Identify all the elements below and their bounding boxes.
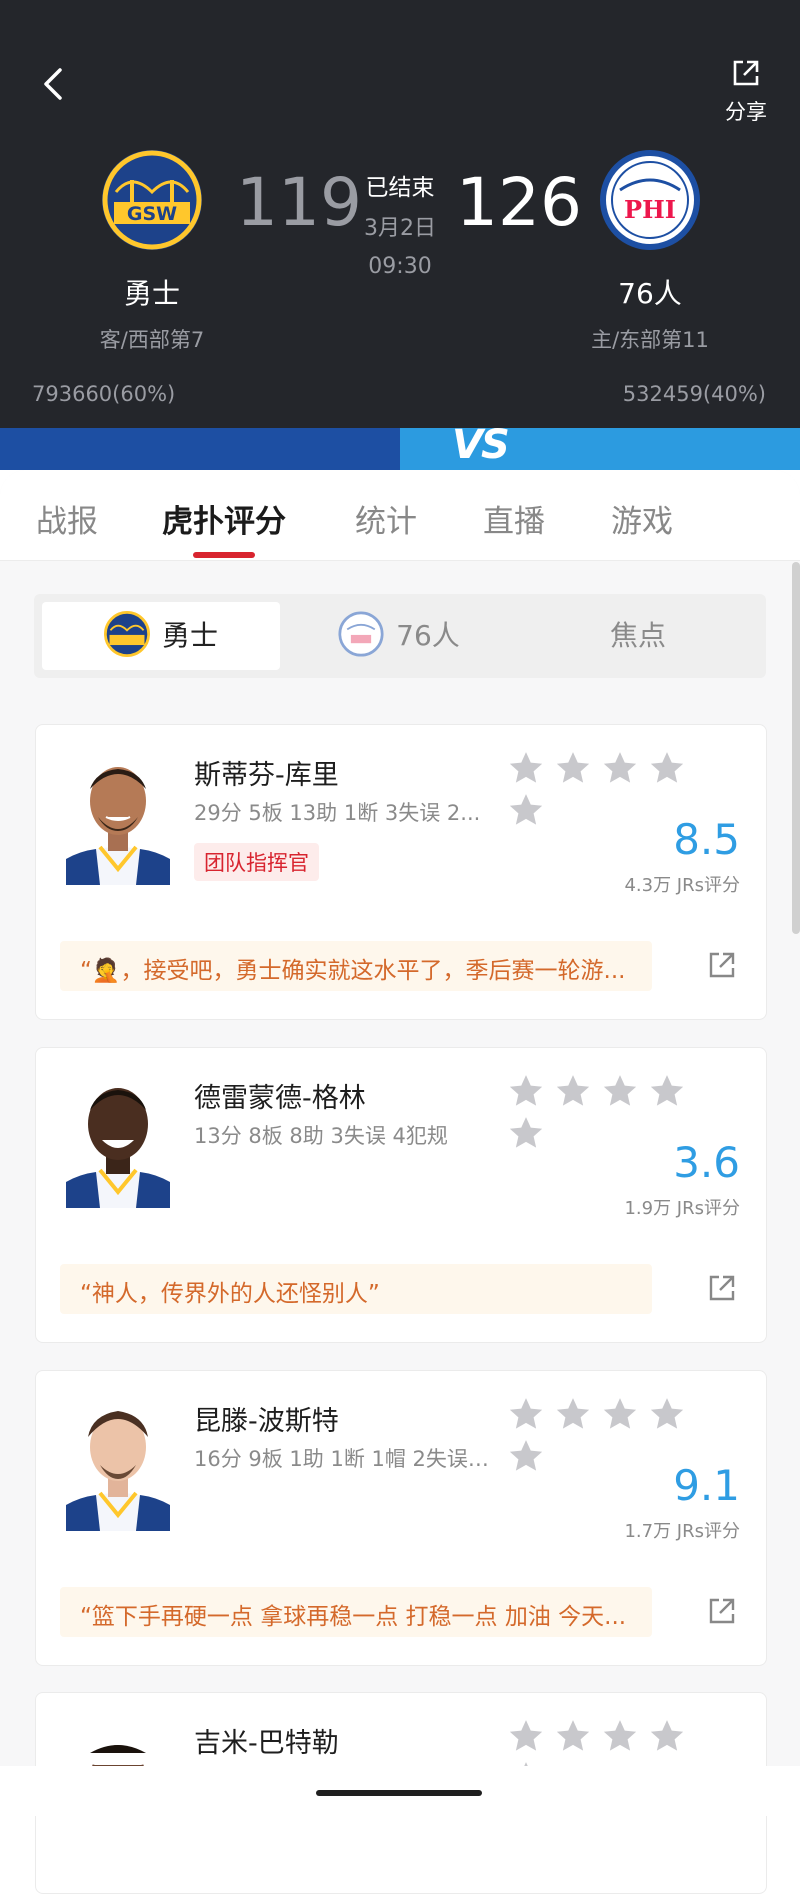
game-header: 分享 GSW 119 已结束 3月2日 09:30 126 PHI 勇士 76人…: [0, 0, 800, 430]
star-icon[interactable]: [601, 749, 639, 787]
share-label: 分享: [725, 100, 767, 124]
segment-focus[interactable]: 焦点: [518, 602, 758, 670]
player-stats: 16分 9板 1助 1断 1帽 2失误 ...: [194, 1447, 494, 1471]
sixers-mini-logo-icon: [338, 611, 384, 657]
star-icon[interactable]: [507, 1072, 545, 1110]
tab-hupu-rating[interactable]: 虎扑评分: [162, 496, 286, 541]
player-name: 吉米-巴特勒: [194, 1728, 339, 1759]
player-rating: 3.6: [673, 1138, 740, 1187]
player-tag: 团队指挥官: [194, 843, 319, 881]
player-rating: 8.5: [673, 815, 740, 864]
warriors-logo[interactable]: GSW: [102, 150, 202, 250]
share-icon: [733, 60, 759, 86]
star-icon[interactable]: [507, 1717, 545, 1755]
segment-warriors-label: 勇士: [161, 619, 218, 652]
player-name: 斯蒂芬-库里: [194, 760, 339, 791]
star-icon[interactable]: [507, 791, 545, 829]
star-icon[interactable]: [601, 1072, 639, 1110]
external-link-icon: [709, 1598, 735, 1624]
player-avatar: [60, 1074, 176, 1208]
player-avatar: [60, 1397, 176, 1531]
rating-stars[interactable]: [507, 1395, 737, 1471]
star-icon[interactable]: [601, 1717, 639, 1755]
vs-label: VS: [452, 422, 510, 468]
external-link-icon: [709, 952, 735, 978]
tab-report[interactable]: 战报: [36, 496, 98, 541]
warriors-mini-logo-icon: [103, 611, 150, 657]
tab-live[interactable]: 直播: [483, 496, 545, 541]
player-name: 德雷蒙德-格林: [194, 1083, 366, 1114]
star-icon[interactable]: [648, 1072, 686, 1110]
game-time: 09:30: [368, 254, 432, 279]
chevron-left-icon: [44, 68, 62, 100]
home-support-count: 532459(40%): [622, 382, 766, 406]
away-support-count: 793660(60%): [32, 382, 176, 406]
star-icon[interactable]: [554, 1395, 592, 1433]
player-rating: 9.1: [673, 1461, 740, 1510]
star-icon[interactable]: [507, 1437, 545, 1475]
segment-sixers-label: 76人: [396, 619, 460, 652]
game-status: 已结束: [365, 175, 435, 201]
star-icon[interactable]: [648, 1717, 686, 1755]
sixers-logo[interactable]: PHI: [600, 150, 700, 250]
player-name: 昆滕-波斯特: [194, 1406, 339, 1437]
star-icon[interactable]: [507, 1395, 545, 1433]
segment-sixers[interactable]: 76人: [280, 602, 518, 670]
home-team-name[interactable]: 76人: [570, 272, 730, 312]
star-icon[interactable]: [554, 1717, 592, 1755]
top-comment[interactable]: “神人，传界外的人还怪别人”: [60, 1264, 652, 1314]
support-bar: [0, 428, 800, 470]
star-icon[interactable]: [601, 1395, 639, 1433]
team-segment-control: 勇士 76人 焦点: [34, 594, 766, 678]
player-stats: 29分 5板 13助 1断 3失误 2...: [194, 801, 481, 825]
away-team-rank: 客/西部第7: [99, 328, 205, 352]
open-comment-button[interactable]: [706, 1595, 738, 1627]
back-button[interactable]: [36, 62, 72, 106]
segment-warriors[interactable]: 勇士: [42, 602, 280, 670]
rating-stars[interactable]: [507, 1717, 737, 1793]
star-icon[interactable]: [554, 749, 592, 787]
tab-games[interactable]: 游戏: [611, 496, 673, 541]
home-indicator[interactable]: [316, 1790, 482, 1796]
tab-bar: 战报 虎扑评分 统计 直播 游戏: [0, 470, 800, 561]
star-icon[interactable]: [648, 1395, 686, 1433]
rating-votes: 4.3万 JRs评分: [624, 875, 740, 896]
rating-votes: 1.7万 JRs评分: [624, 1521, 740, 1542]
open-comment-button[interactable]: [706, 1272, 738, 1304]
home-score: 126: [456, 164, 582, 241]
top-comment-text: “神人，传界外的人还怪别人”: [80, 1281, 380, 1307]
warriors-logo-text: GSW: [127, 203, 177, 225]
star-icon[interactable]: [507, 1114, 545, 1152]
open-comment-button[interactable]: [706, 949, 738, 981]
top-comment-text: “篮下手再硬一点 拿球再稳一点 打稳一点 加油 今天...: [80, 1604, 627, 1630]
scrollbar[interactable]: [792, 562, 800, 934]
share-button[interactable]: 分享: [716, 56, 776, 126]
player-card[interactable]: 昆滕-波斯特 16分 9板 1助 1断 1帽 2失误 ... 9.1 1.7万 …: [35, 1370, 767, 1666]
player-card[interactable]: 斯蒂芬-库里 29分 5板 13助 1断 3失误 2... 团队指挥官 8.5 …: [35, 724, 767, 1020]
star-icon[interactable]: [507, 749, 545, 787]
top-comment[interactable]: “篮下手再硬一点 拿球再稳一点 打稳一点 加油 今天...: [60, 1587, 652, 1637]
sixers-logo-icon: PHI: [600, 150, 700, 250]
player-stats: 13分 8板 8助 3失误 4犯规: [194, 1124, 448, 1148]
tab-stats[interactable]: 统计: [355, 496, 417, 541]
away-team-name[interactable]: 勇士: [72, 272, 232, 312]
sixers-logo-text: PHI: [624, 195, 676, 224]
external-link-icon: [709, 1275, 735, 1301]
home-team-rank: 主/东部第11: [591, 328, 709, 352]
player-card[interactable]: 德雷蒙德-格林 13分 8板 8助 3失误 4犯规 3.6 1.9万 JRs评分…: [35, 1047, 767, 1343]
rating-stars[interactable]: [507, 1072, 737, 1148]
warriors-logo-icon: GSW: [102, 150, 202, 250]
top-comment-text: “🤦，接受吧，勇士确实就这水平了，季后赛一轮游...: [80, 958, 626, 984]
rating-stars[interactable]: [507, 749, 737, 825]
active-tab-indicator: [193, 552, 255, 558]
top-comment[interactable]: “🤦，接受吧，勇士确实就这水平了，季后赛一轮游...: [60, 941, 652, 991]
star-icon[interactable]: [648, 749, 686, 787]
player-avatar: [60, 751, 176, 885]
game-date: 3月2日: [364, 216, 436, 241]
rating-votes: 1.9万 JRs评分: [624, 1198, 740, 1219]
star-icon[interactable]: [554, 1072, 592, 1110]
